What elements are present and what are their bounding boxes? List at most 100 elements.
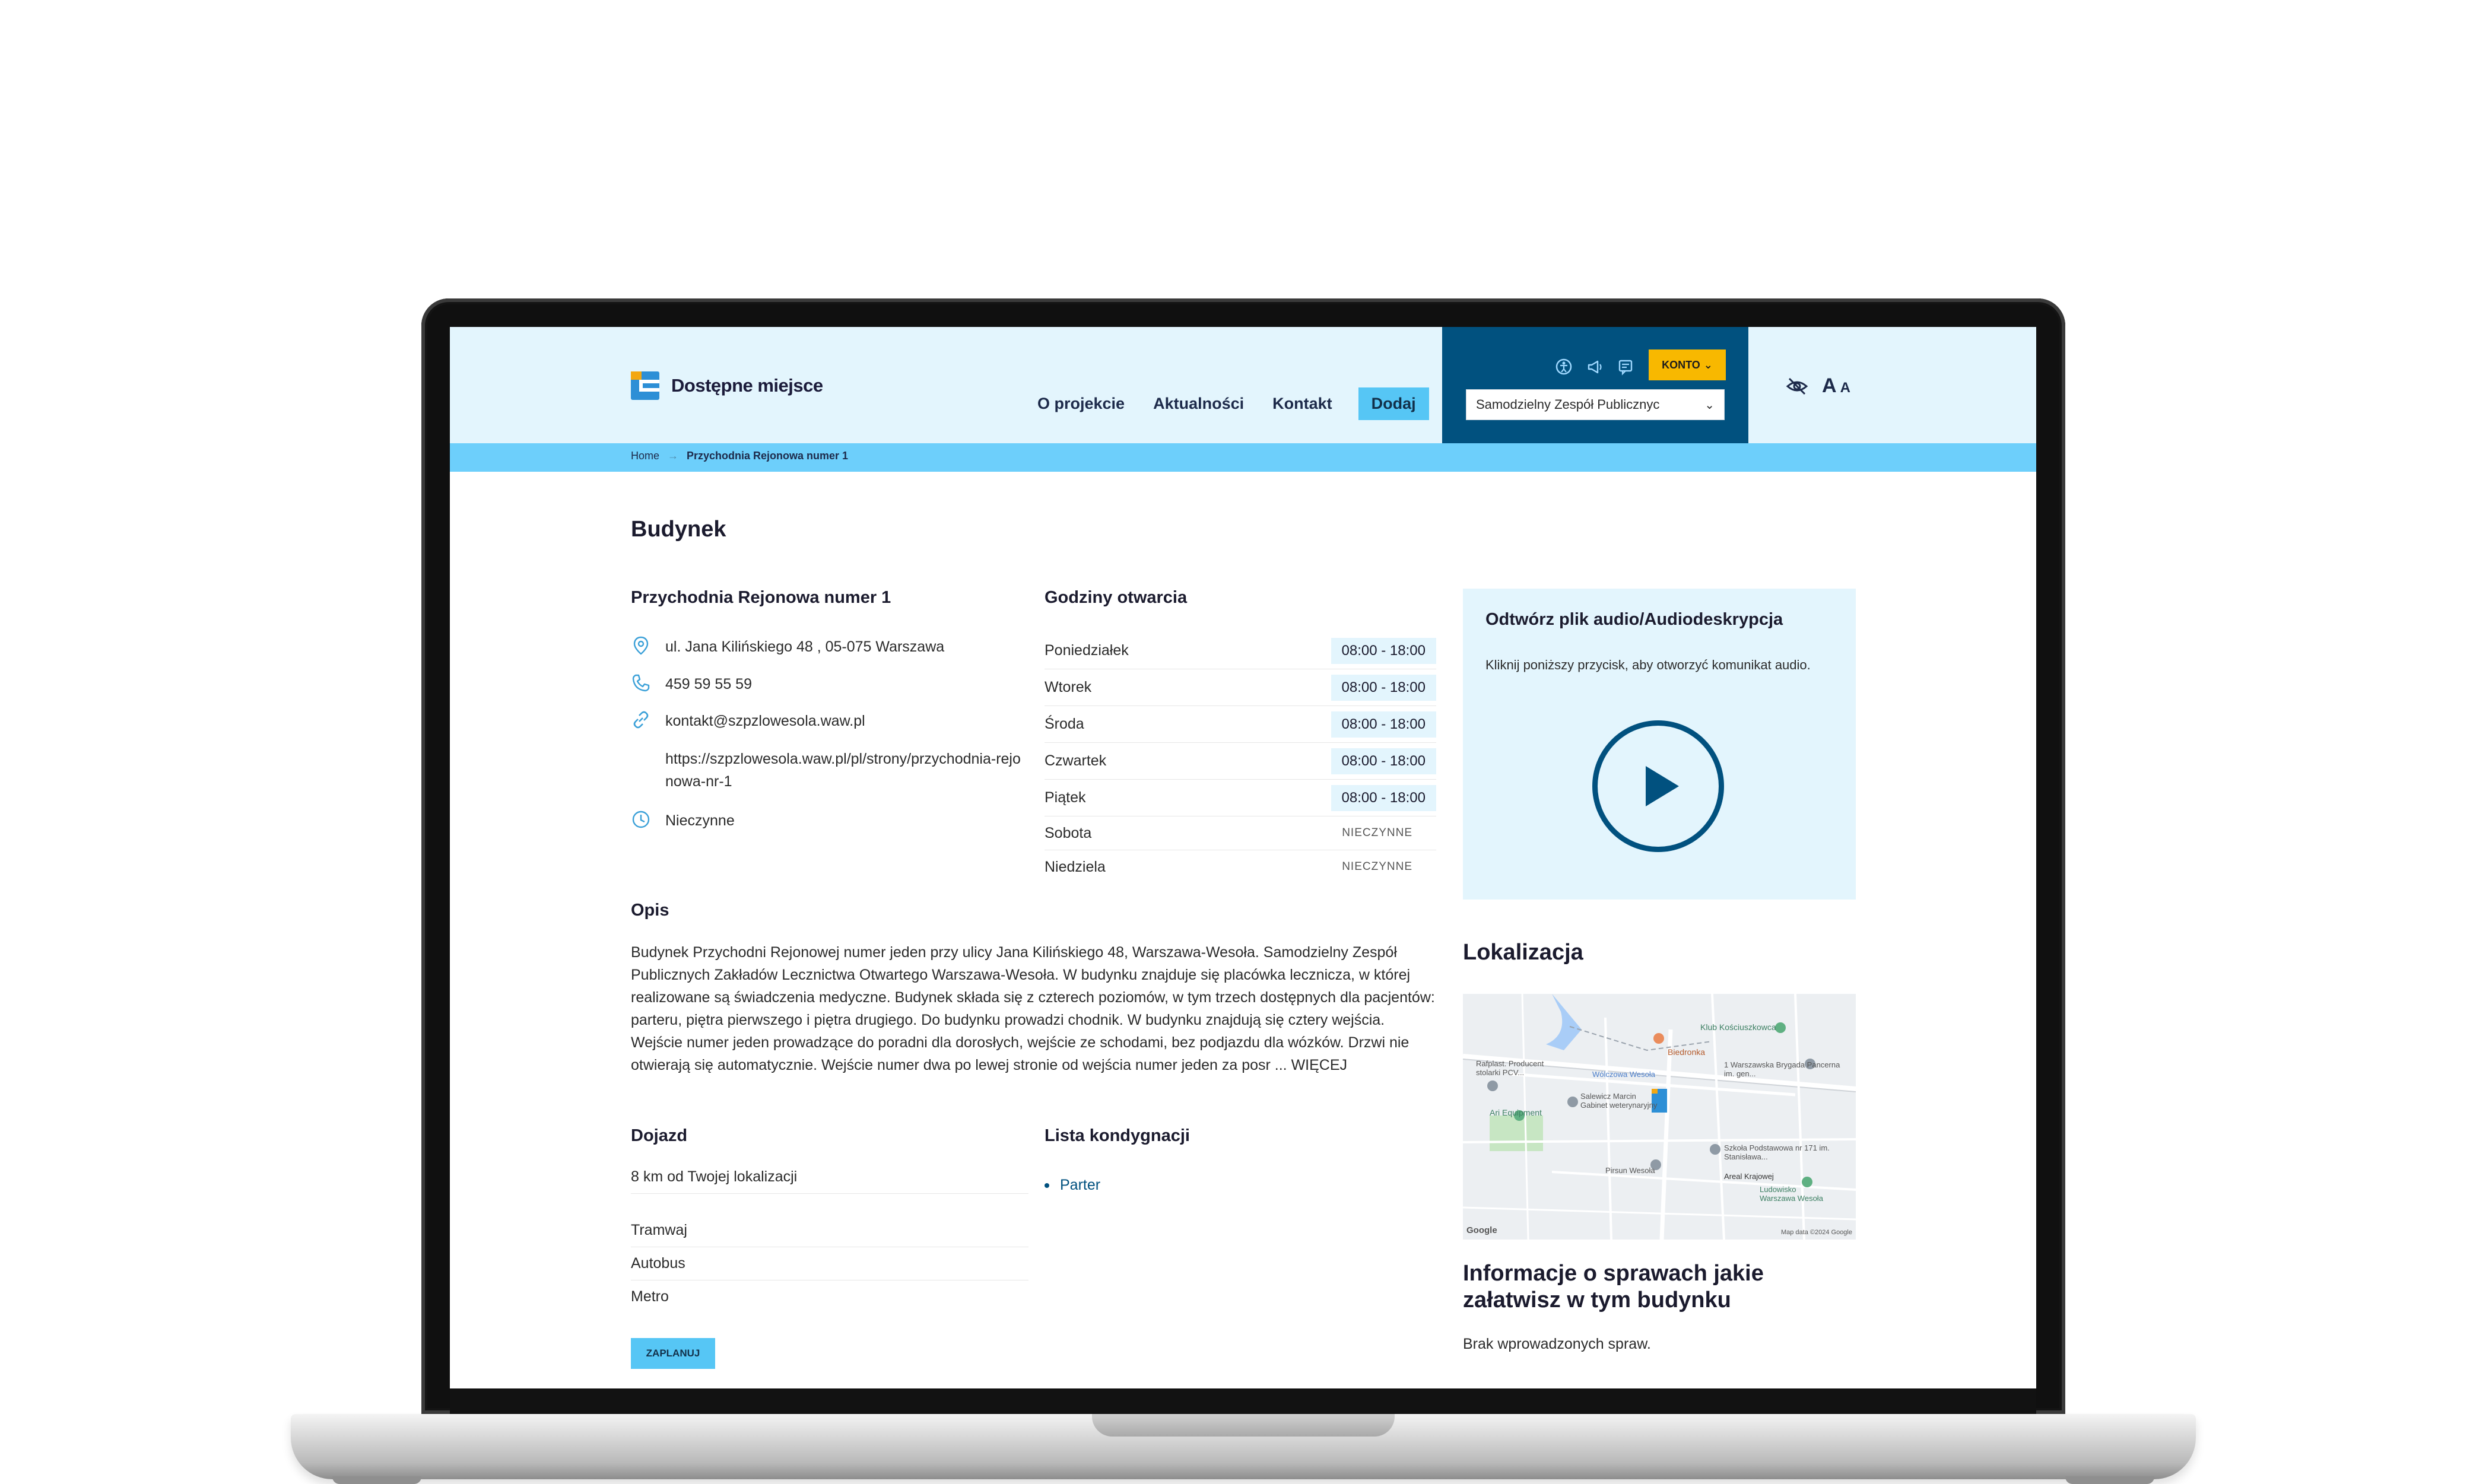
hours-row: Niedziela NIECZYNNE bbox=[1045, 850, 1436, 884]
address-text: ul. Jana Kilińskiego 48 , 05-075 Warszaw… bbox=[665, 638, 945, 655]
page-title: Budynek bbox=[631, 517, 726, 542]
transport-mode-row: Metro bbox=[631, 1288, 669, 1305]
description-title: Opis bbox=[631, 901, 669, 920]
hours-time: 08:00 - 18:00 bbox=[1331, 784, 1436, 811]
main-nav: O projekcie Aktualności Kontakt Dodaj bbox=[1037, 387, 1429, 420]
phone-row: 459 59 55 59 bbox=[631, 673, 1021, 695]
floor-list-item[interactable]: Parter bbox=[1045, 1177, 1100, 1194]
website-spacer bbox=[631, 748, 651, 768]
description-body: Budynek Przychodni Rejonowej numer jeden… bbox=[631, 944, 1435, 1073]
hours-closed: NIECZYNNE bbox=[1342, 827, 1412, 839]
cases-title: Informacje o sprawach jakie załatwisz w … bbox=[1463, 1261, 1764, 1313]
sign-language-icon[interactable] bbox=[1617, 358, 1634, 376]
hours-day: Wtorek bbox=[1045, 679, 1092, 695]
breadcrumb: Home → Przychodnia Rejonowa numer 1 bbox=[631, 450, 848, 462]
hours-time: 08:00 - 18:00 bbox=[1331, 674, 1436, 701]
website-row: https://szpzlowesola.waw.pl/pl/strony/pr… bbox=[631, 748, 1021, 793]
hours-closed: NIECZYNNE bbox=[1342, 860, 1412, 873]
accessibility-icon[interactable] bbox=[1555, 358, 1573, 376]
hours-row: Środa 08:00 - 18:00 bbox=[1045, 706, 1436, 743]
nav-contact[interactable]: Kontakt bbox=[1272, 395, 1332, 413]
map-label: Rafplast. Producent stolarki PCV... bbox=[1476, 1059, 1544, 1077]
hours-day: Niedziela bbox=[1045, 858, 1106, 875]
play-audio-button[interactable] bbox=[1592, 720, 1724, 852]
hours-time: 08:00 - 18:00 bbox=[1331, 711, 1436, 738]
font-size-small-button[interactable]: A bbox=[1840, 380, 1850, 396]
floors-title: Lista kondygnacji bbox=[1045, 1126, 1190, 1145]
organization-select-value: Samodzielny Zespół Publicznyc bbox=[1476, 397, 1660, 412]
map-label: Ludowisko Warszawa Wesoła bbox=[1760, 1185, 1823, 1203]
hours-time: 08:00 - 18:00 bbox=[1331, 637, 1436, 664]
google-logo: Google bbox=[1466, 1225, 1497, 1235]
hours-day: Sobota bbox=[1045, 824, 1092, 841]
hours-title: Godziny otwarcia bbox=[1045, 588, 1188, 607]
play-icon bbox=[1646, 766, 1679, 806]
logo-text: Dostępne miejsce bbox=[671, 375, 823, 396]
laptop-foot-left bbox=[332, 1476, 421, 1484]
breadcrumb-current: Przychodnia Rejonowa numer 1 bbox=[687, 450, 849, 462]
megaphone-icon[interactable] bbox=[1586, 358, 1604, 376]
plan-route-button[interactable]: ZAPLANUJ bbox=[631, 1338, 715, 1369]
screen-bottom-bezel bbox=[450, 1388, 2036, 1414]
site-logo[interactable]: Dostępne miejsce bbox=[631, 371, 823, 400]
address-row: ul. Jana Kilińskiego 48 , 05-075 Warszaw… bbox=[631, 635, 1021, 658]
breadcrumb-bar: Home → Przychodnia Rejonowa numer 1 bbox=[450, 443, 2036, 472]
map-label: Biedronka bbox=[1668, 1047, 1706, 1057]
distance-row: 8 km od Twojej lokalizacji bbox=[631, 1160, 1028, 1194]
map-label: Wólczowa Wesoła bbox=[1592, 1070, 1655, 1079]
account-label: KONTO bbox=[1662, 358, 1700, 371]
font-size-controls: AA bbox=[1822, 374, 1850, 398]
floor-label: Parter bbox=[1060, 1177, 1101, 1193]
hours-time: 08:00 - 18:00 bbox=[1331, 748, 1436, 774]
add-button[interactable]: Dodaj bbox=[1358, 387, 1429, 420]
website-link[interactable]: https://szpzlowesola.waw.pl/pl/strony/pr… bbox=[665, 748, 1021, 793]
hours-row: Czwartek 08:00 - 18:00 bbox=[1045, 743, 1436, 780]
clock-icon bbox=[631, 809, 651, 830]
email-link[interactable]: kontakt@szpzlowesola.waw.pl bbox=[665, 710, 1021, 732]
font-size-large-button[interactable]: A bbox=[1822, 374, 1837, 397]
read-more-link[interactable]: WIĘCEJ bbox=[1291, 1057, 1347, 1073]
map-label: 1 Warszawska Brygada Pancerna im. gen... bbox=[1724, 1060, 1840, 1078]
hours-day: Piątek bbox=[1045, 789, 1086, 806]
map-label: Szkoła Podstawowa nr 171 im. Stanisława.… bbox=[1724, 1143, 1830, 1161]
transport-mode-row: Autobus bbox=[631, 1247, 1028, 1280]
description-text: Budynek Przychodni Rejonowej numer jeden… bbox=[631, 941, 1439, 1076]
hours-day: Środa bbox=[1045, 716, 1084, 732]
laptop-notch bbox=[1092, 1414, 1395, 1437]
hours-day: Czwartek bbox=[1045, 752, 1107, 769]
status-text: Nieczynne bbox=[665, 812, 735, 829]
nav-news[interactable]: Aktualności bbox=[1153, 395, 1244, 413]
facility-name: Przychodnia Rejonowa numer 1 bbox=[631, 588, 891, 607]
map-label: Ari Equipment bbox=[1490, 1108, 1542, 1117]
hours-day: Poniedziałek bbox=[1045, 642, 1129, 659]
phone-icon bbox=[631, 673, 651, 693]
hours-table: Poniedziałek 08:00 - 18:00 Wtorek 08:00 - … bbox=[1045, 633, 1436, 884]
link-icon bbox=[631, 710, 651, 730]
eye-off-icon[interactable] bbox=[1785, 376, 1809, 397]
breadcrumb-separator: → bbox=[668, 450, 679, 462]
transport-title: Dojazd bbox=[631, 1126, 688, 1145]
audio-description: Kliknij poniższy przycisk, aby otworzyć … bbox=[1485, 657, 1811, 672]
breadcrumb-home[interactable]: Home bbox=[631, 450, 659, 462]
map-label: Areal Krajowej bbox=[1724, 1172, 1774, 1181]
chevron-down-icon: ⌄ bbox=[1703, 358, 1713, 371]
hours-row: Poniedziałek 08:00 - 18:00 bbox=[1045, 633, 1436, 669]
chevron-down-icon: ⌄ bbox=[1704, 398, 1715, 412]
organization-select[interactable]: Samodzielny Zespół Publicznyc ⌄ bbox=[1466, 389, 1725, 420]
account-button[interactable]: KONTO ⌄ bbox=[1649, 349, 1726, 380]
laptop-foot-right bbox=[2065, 1476, 2154, 1484]
map-label: Salewicz Marcin Gabinet weterynaryjny bbox=[1580, 1092, 1658, 1110]
map-attribution: Map data ©2024 Google bbox=[1780, 1229, 1852, 1236]
location-title: Lokalizacja bbox=[1463, 940, 1583, 965]
audio-description-card: Odtwórz plik audio/Audiodeskrypcja Klikn… bbox=[1463, 589, 1856, 900]
phone-link[interactable]: 459 59 55 59 bbox=[665, 673, 1021, 695]
cases-empty-text: Brak wprowadzonych spraw. bbox=[1463, 1336, 1651, 1352]
map-label: Pirsun Wesoła bbox=[1605, 1166, 1655, 1175]
status-row: Nieczynne bbox=[631, 809, 1021, 832]
nav-about[interactable]: O projekcie bbox=[1037, 395, 1125, 413]
map-label: Klub Kościuszkowca bbox=[1700, 1022, 1776, 1032]
hours-row: Sobota NIECZYNNE bbox=[1045, 816, 1436, 850]
hours-row: Wtorek 08:00 - 18:00 bbox=[1045, 669, 1436, 706]
location-map[interactable]: Klub Kościuszkowca Biedronka 1 Warszawsk… bbox=[1463, 994, 1856, 1240]
browser-viewport: Dostępne miejsce O projekcie Aktualności… bbox=[450, 327, 2036, 1388]
